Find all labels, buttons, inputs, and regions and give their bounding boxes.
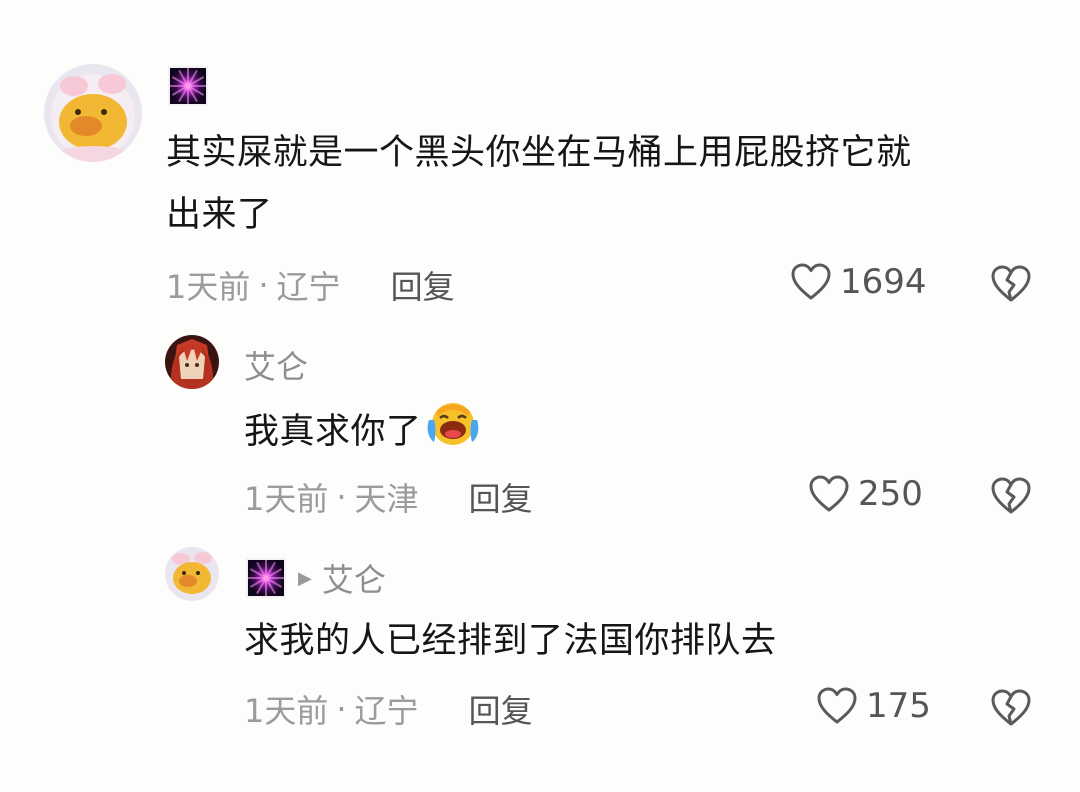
- comment-meta: 1天前 · 辽宁 回复: [244, 686, 533, 732]
- separator: ·: [336, 690, 347, 728]
- broken-heart-icon: [991, 265, 1031, 302]
- separator: ·: [258, 266, 269, 304]
- location: 天津: [354, 480, 419, 518]
- timestamp: 1天前: [244, 480, 329, 518]
- reply-button[interactable]: 回复: [391, 262, 455, 308]
- location: 辽宁: [276, 268, 341, 306]
- dislike-button[interactable]: [990, 688, 1032, 732]
- comment-meta: 1天前 · 辽宁 回复: [166, 262, 455, 308]
- avatar[interactable]: [165, 335, 219, 389]
- firework-badge-icon: [168, 66, 208, 106]
- name-row: 艾仑: [244, 342, 308, 388]
- name-row: [168, 66, 208, 106]
- like-count: 250: [858, 474, 923, 514]
- dislike-button[interactable]: [990, 476, 1032, 520]
- comment-meta: 1天前 · 天津 回复: [244, 474, 533, 520]
- username[interactable]: 艾仑: [244, 342, 308, 388]
- dislike-button[interactable]: [990, 264, 1032, 308]
- heart-icon: [809, 475, 849, 512]
- like-button[interactable]: 175: [816, 686, 931, 726]
- laughing-crying-emoji-icon: [426, 398, 480, 468]
- timestamp: 1天前: [166, 268, 251, 306]
- location: 辽宁: [354, 692, 419, 730]
- comment-text: 其实屎就是一个黑头你坐在马桶上用屁股挤它就 出来了: [166, 122, 912, 246]
- comment-text-line: 其实屎就是一个黑头你坐在马桶上用屁股挤它就: [166, 133, 912, 173]
- heart-icon: [817, 687, 857, 724]
- comment-text: 我真求你了: [244, 398, 480, 468]
- avatar[interactable]: [165, 547, 219, 601]
- broken-heart-icon: [991, 689, 1031, 726]
- reply-button[interactable]: 回复: [469, 686, 533, 732]
- separator: ·: [336, 478, 347, 516]
- reply-arrow-icon: ▶: [298, 567, 312, 589]
- comment-text-line: 我真求你了: [244, 412, 422, 452]
- like-count: 175: [866, 686, 931, 726]
- comment-text: 求我的人已经排到了法国你排队去: [244, 610, 777, 672]
- firework-badge-icon: [246, 558, 286, 598]
- broken-heart-icon: [991, 477, 1031, 514]
- reply-button[interactable]: 回复: [469, 474, 533, 520]
- like-button[interactable]: 250: [808, 474, 923, 514]
- comment-text-line: 求我的人已经排到了法国你排队去: [244, 621, 777, 661]
- like-count: 1694: [840, 262, 927, 302]
- reply-to-username[interactable]: 艾仑: [322, 555, 386, 601]
- timestamp: 1天前: [244, 692, 329, 730]
- comment-text-line: 出来了: [166, 195, 273, 235]
- avatar[interactable]: [44, 64, 142, 162]
- heart-icon: [791, 263, 831, 300]
- like-button[interactable]: 1694: [790, 262, 927, 302]
- name-row: ▶ 艾仑: [246, 555, 386, 601]
